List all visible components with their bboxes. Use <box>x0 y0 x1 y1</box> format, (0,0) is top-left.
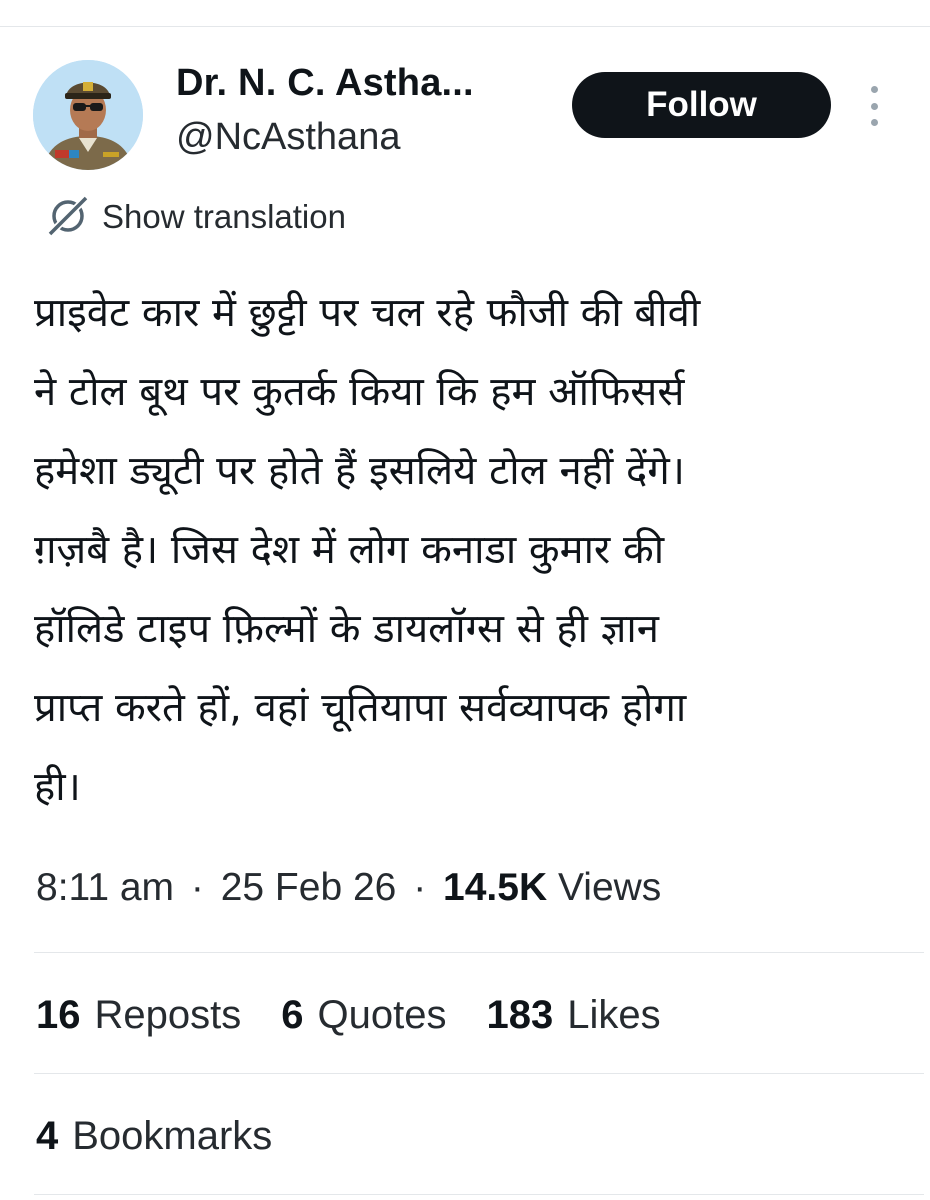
tweet-detail-page: Dr. N. C. Astha... @NcAsthana Follow Sho… <box>0 0 930 1200</box>
more-dot <box>870 102 878 110</box>
meta-separator: · <box>190 866 204 909</box>
tweet-text: प्राइवेट कार में छुट्टी पर चल रहे फौजी क… <box>34 274 904 827</box>
tweet-time[interactable]: 8:11 am <box>36 866 174 909</box>
likes-stat[interactable]: 183 Likes <box>486 993 660 1038</box>
tweet-line: प्राप्त करते हों, वहां चूतियापा सर्वव्या… <box>34 685 687 731</box>
views-count: 14.5K <box>443 866 548 909</box>
divider <box>34 1194 924 1195</box>
author-display-name[interactable]: Dr. N. C. Astha... <box>176 62 474 105</box>
tweet-line: ही। <box>34 764 81 810</box>
avatar[interactable] <box>33 60 143 170</box>
engagement-stats: 16 Reposts 6 Quotes 183 Likes <box>36 993 701 1038</box>
show-translation-label: Show translation <box>102 198 346 235</box>
likes-count: 183 <box>486 993 554 1037</box>
tweet-date[interactable]: 25 Feb 26 <box>221 866 397 909</box>
views-label: Views <box>557 866 662 909</box>
avatar-image <box>33 60 143 170</box>
tweet-line: हमेशा ड्यूटी पर होते हैं इसलिये टोल नहीं… <box>34 448 685 494</box>
more-options-icon[interactable] <box>862 86 886 126</box>
reposts-count: 16 <box>36 993 81 1037</box>
bookmarks-label: Bookmarks <box>72 1114 273 1158</box>
divider <box>34 1073 924 1074</box>
author-handle[interactable]: @NcAsthana <box>176 116 400 159</box>
divider <box>34 952 924 953</box>
tweet-line: हॉलिडे टाइप फ़िल्मों के डायलॉग्स से ही ज… <box>34 606 659 652</box>
tweet-line: प्राइवेट कार में छुट्टी पर चल रहे फौजी क… <box>34 290 701 336</box>
follow-button[interactable]: Follow <box>572 72 831 138</box>
meta-separator: · <box>413 866 427 909</box>
show-translation-link[interactable]: Show translation <box>44 194 346 240</box>
tweet-line: ने टोल बूथ पर कुतर्क किया कि हम ऑफिसर्स <box>34 369 685 415</box>
bookmarks-stat-inner: 4 Bookmarks <box>36 1114 272 1159</box>
more-dot <box>870 86 878 93</box>
tweet-meta: 8:11 am · 25 Feb 26 · 14.5K Views <box>36 866 661 910</box>
reposts-label: Reposts <box>94 993 242 1037</box>
quotes-count: 6 <box>281 993 304 1037</box>
quotes-stat[interactable]: 6 Quotes <box>281 993 446 1038</box>
bookmarks-stat[interactable]: 4 Bookmarks <box>36 1114 312 1159</box>
more-dot <box>870 119 878 126</box>
top-divider <box>0 26 930 27</box>
quotes-label: Quotes <box>317 993 447 1037</box>
bookmarks-count: 4 <box>36 1114 59 1158</box>
reposts-stat[interactable]: 16 Reposts <box>36 993 241 1038</box>
translate-icon <box>47 195 89 237</box>
tweet-line: ग़ज़बै है। जिस देश में लोग कनाडा कुमार क… <box>34 527 665 573</box>
likes-label: Likes <box>567 993 661 1037</box>
